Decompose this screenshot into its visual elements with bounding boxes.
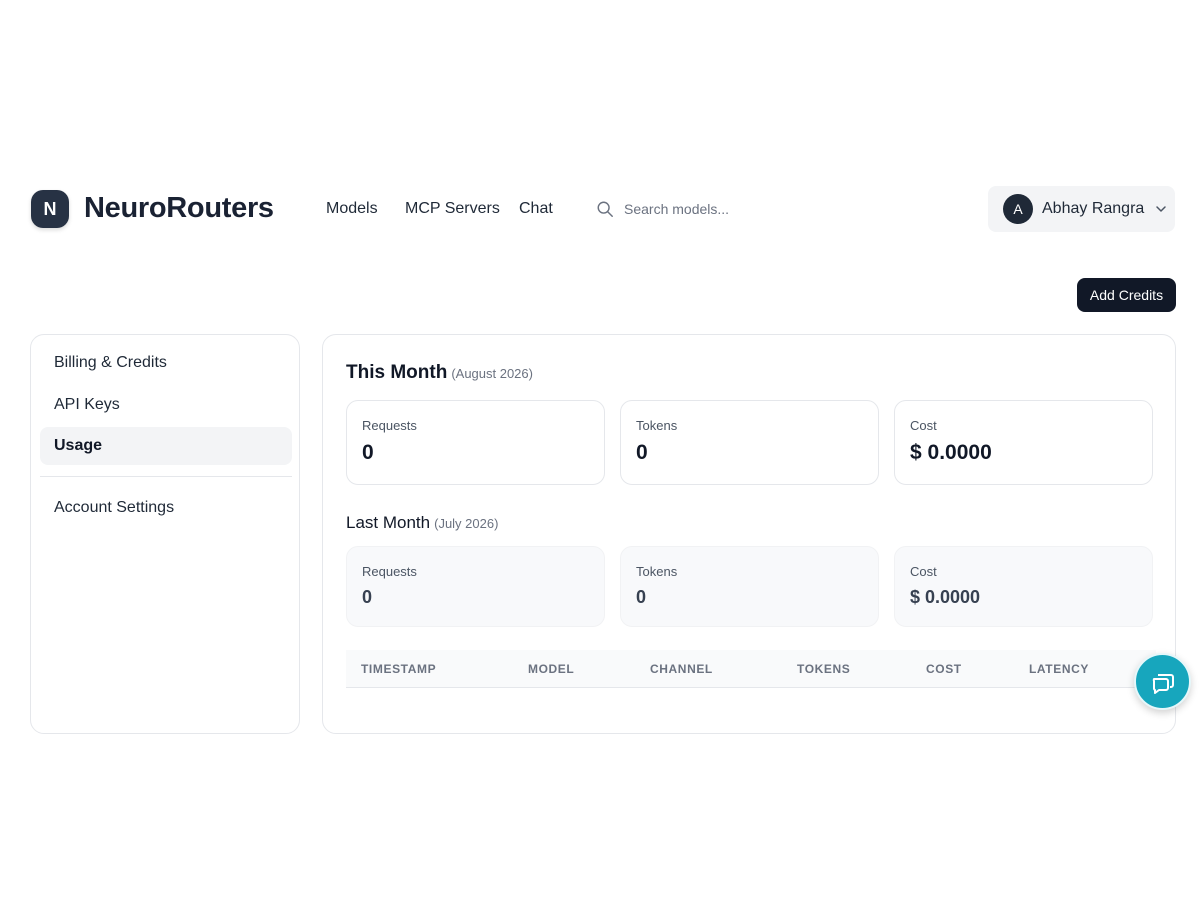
card-value: 0 <box>636 441 648 464</box>
column-header-latency[interactable]: LATENCY <box>1029 662 1089 676</box>
column-header-tokens[interactable]: TOKENS <box>797 662 850 676</box>
card-label: Requests <box>362 418 417 433</box>
avatar: A <box>1003 194 1033 224</box>
settings-sidebar: Billing & Credits API Keys Usage Account… <box>30 334 300 734</box>
add-credits-button[interactable]: Add Credits <box>1077 278 1176 312</box>
user-name: Abhay Rangra <box>1042 200 1145 217</box>
card-label: Cost <box>910 418 937 433</box>
card-value: 0 <box>636 587 647 607</box>
card-label: Requests <box>362 564 417 579</box>
card-value: 0 <box>362 587 373 607</box>
nav-mcp-servers[interactable]: MCP Servers <box>405 200 500 218</box>
brand-logo[interactable]: N <box>31 190 69 228</box>
last-month-tokens-card: Tokens 0 <box>620 546 879 627</box>
sidebar-item-usage[interactable]: Usage <box>40 427 292 465</box>
usage-panel: This Month (August 2026) Requests 0 Token… <box>322 334 1176 734</box>
column-header-channel[interactable]: CHANNEL <box>650 662 713 676</box>
last-month-requests-card: Requests 0 <box>346 546 605 627</box>
search-input[interactable] <box>624 198 824 220</box>
sidebar-item-billing[interactable]: Billing & Credits <box>40 344 292 382</box>
card-value: $ 0.0000 <box>910 587 981 607</box>
nav-chat[interactable]: Chat <box>519 200 553 218</box>
brand-name[interactable]: NeuroRouters <box>84 192 274 225</box>
this-month-requests-card: Requests 0 <box>346 400 605 485</box>
chat-support-button[interactable] <box>1134 653 1191 710</box>
column-header-cost[interactable]: COST <box>926 662 962 676</box>
chevron-down-icon <box>1156 206 1167 212</box>
card-value: $ 0.0000 <box>910 441 992 464</box>
column-header-model[interactable]: MODEL <box>528 662 574 676</box>
last-month-cost-card: Cost $ 0.0000 <box>894 546 1153 627</box>
card-label: Tokens <box>636 418 678 433</box>
column-header-timestamp[interactable]: TIMESTAMP <box>361 662 436 676</box>
this-month-tokens-card: Tokens 0 <box>620 400 879 485</box>
card-label: Tokens <box>636 564 678 579</box>
last-month-period: (July 2026) <box>434 516 499 531</box>
last-month-title: Last Month <box>346 513 431 532</box>
nav-models[interactable]: Models <box>326 200 378 218</box>
sidebar-item-account-settings[interactable]: Account Settings <box>40 489 292 527</box>
this-month-heading: This Month (August 2026) <box>346 362 533 384</box>
card-label: Cost <box>910 564 937 579</box>
user-menu-button[interactable]: A Abhay Rangra <box>988 186 1175 232</box>
this-month-period: (August 2026) <box>451 366 533 381</box>
card-value: 0 <box>362 441 374 464</box>
this-month-title: This Month <box>346 362 448 383</box>
usage-table-header: TIMESTAMP MODEL CHANNEL TOKENS COST LATE… <box>346 650 1156 688</box>
chat-icon <box>1152 673 1174 694</box>
search-icon <box>597 201 613 217</box>
sidebar-divider <box>40 476 292 477</box>
sidebar-item-api-keys[interactable]: API Keys <box>40 386 292 424</box>
last-month-heading: Last Month (July 2026) <box>346 512 498 534</box>
this-month-cost-card: Cost $ 0.0000 <box>894 400 1153 485</box>
